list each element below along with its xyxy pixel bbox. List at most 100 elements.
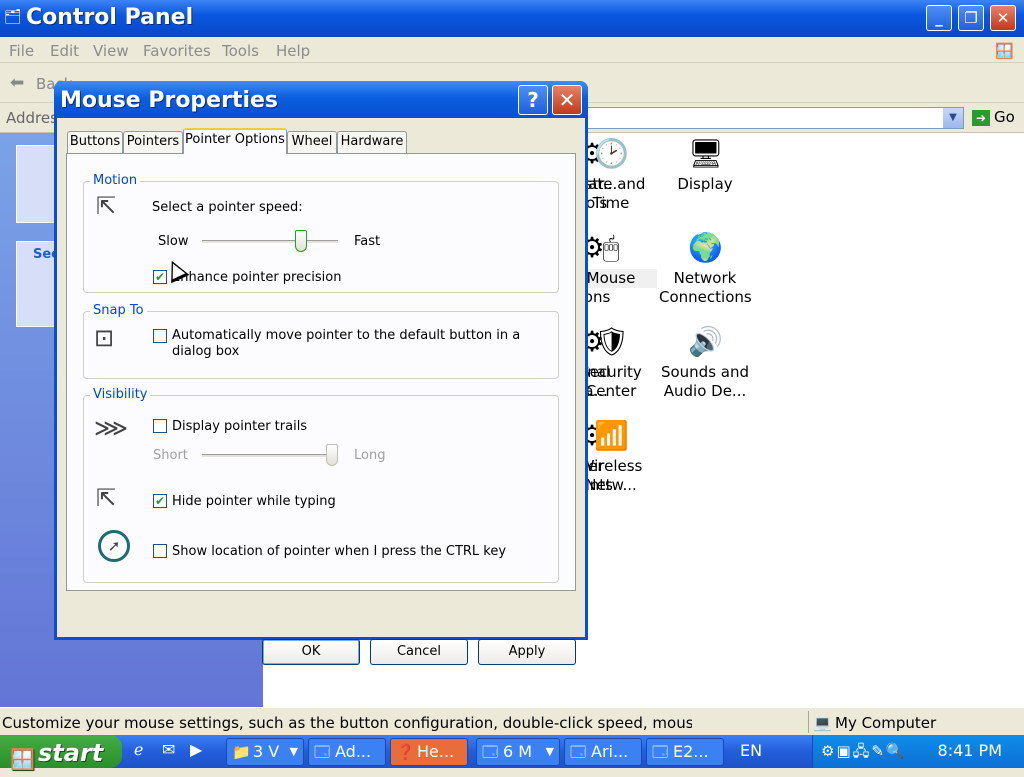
control-panel-item-network-connections[interactable]: 🌍 Network Connections xyxy=(659,231,752,307)
task-label: He... xyxy=(417,742,455,761)
fast-label: Fast xyxy=(354,234,381,249)
clock-icon: 🕑 xyxy=(594,137,629,170)
system-tray: ⚙▣🖧✎🔍 8:41 PM xyxy=(812,735,1024,768)
maximize-button[interactable]: ❐ xyxy=(958,5,984,31)
network-globe-icon: 🌍 xyxy=(688,231,723,264)
speed-slider-track[interactable] xyxy=(202,240,338,244)
speed-slider-thumb[interactable] xyxy=(295,230,307,252)
status-location-label: My Computer xyxy=(835,714,937,732)
ctrl-locate-label: Show location of pointer when I press th… xyxy=(172,544,507,559)
motion-group-label: Motion xyxy=(90,173,141,188)
taskbar-group-windows[interactable]: 🗔 6 M ▼ xyxy=(476,738,560,766)
tab-buttons[interactable]: Buttons xyxy=(67,131,123,153)
wireless-icon: 📶 xyxy=(594,419,629,452)
motion-group: Motion ⇱ Select a pointer speed: Slow Fa… xyxy=(83,173,559,293)
close-button[interactable]: ✕ xyxy=(990,5,1016,31)
visibility-group: Visibility ⋙ Display pointer trails Shor… xyxy=(83,387,559,583)
taskbar: 🪟 start ℯ ✉ ▶ 📁 3 V ▼ 🗔 Ad... ❓ He... 🗔 6 M ▼ … xyxy=(0,735,1024,771)
taskbar-task[interactable]: 🗔 E2... xyxy=(646,738,724,766)
status-location: 💻 My Computer xyxy=(808,711,1024,733)
speaker-icon: 🔊 xyxy=(688,325,723,358)
go-label: Go xyxy=(994,108,1015,126)
help-button[interactable]: ? xyxy=(518,85,548,115)
pointer-trails-checkbox[interactable] xyxy=(153,419,167,433)
minimize-button[interactable]: _ xyxy=(926,5,952,31)
dialog-title: Mouse Properties xyxy=(60,88,279,113)
snap-to-checkbox[interactable] xyxy=(153,329,167,343)
address-dropdown-button[interactable]: ▼ xyxy=(943,108,963,128)
menu-tools[interactable]: Tools xyxy=(222,42,259,60)
control-panel-item-sounds-and-audio[interactable]: 🔊 Sounds and Audio De... xyxy=(659,325,751,401)
mouse-icon: 🖱 xyxy=(602,231,620,264)
menu-edit[interactable]: Edit xyxy=(50,42,79,60)
group-dropdown-icon: ▼ xyxy=(289,745,298,758)
clock[interactable]: 8:41 PM xyxy=(938,741,1002,760)
menu-help[interactable]: Help xyxy=(276,42,310,60)
dialog-body: Buttons Pointers Pointer Options Wheel H… xyxy=(57,118,585,665)
taskbar-task-active[interactable]: ❓ He... xyxy=(390,738,468,766)
hide-pointer-icon: ⇱ xyxy=(96,484,117,512)
task-label: 6 M xyxy=(503,742,533,761)
dialog-titlebar[interactable]: Mouse Properties ? ✕ xyxy=(54,81,588,118)
ie-quicklaunch-icon[interactable]: ℯ xyxy=(134,740,143,759)
control-panel-titlebar[interactable]: 🗂 Control Panel _ ❐ ✕ xyxy=(0,0,1024,37)
visibility-group-label: Visibility xyxy=(90,387,151,402)
security-shield-icon: 🛡 xyxy=(594,325,630,358)
control-panel-item-display[interactable]: 🖥 Display xyxy=(659,137,751,194)
app-icon: 🗔 xyxy=(482,743,499,761)
app-icon: 🗔 xyxy=(314,743,331,761)
mouse-properties-dialog: Mouse Properties ? ✕ Buttons Pointers Po… xyxy=(54,81,588,665)
enhance-precision-checkbox[interactable]: ✔ xyxy=(153,270,167,284)
short-label: Short xyxy=(153,448,188,463)
media-player-quicklaunch-icon[interactable]: ▶ xyxy=(190,740,202,759)
language-indicator[interactable]: EN xyxy=(740,741,762,760)
outlook-quicklaunch-icon[interactable]: ✉ xyxy=(162,740,175,759)
tab-wheel[interactable]: Wheel xyxy=(287,131,337,153)
go-arrow-icon: ➜ xyxy=(972,110,990,126)
status-message: Customize your mouse settings, such as t… xyxy=(2,714,692,732)
tab-hardware[interactable]: Hardware xyxy=(337,131,407,153)
back-button[interactable]: ⬅ xyxy=(10,73,24,93)
go-button[interactable]: ➜ Go xyxy=(972,108,1015,126)
group-dropdown-icon: ▼ xyxy=(545,745,554,758)
snap-to-icon: ⊡ xyxy=(94,324,115,352)
long-label: Long xyxy=(354,448,386,463)
hide-pointer-label: Hide pointer while typing xyxy=(172,494,336,509)
taskbar-group-windows[interactable]: 📁 3 V ▼ xyxy=(226,738,304,766)
tab-pointers[interactable]: Pointers xyxy=(123,131,183,153)
app-icon: 🗔 xyxy=(570,743,587,761)
control-panel-item-label: Display xyxy=(677,175,733,193)
snap-to-group: Snap To ⊡ Automatically move pointer to … xyxy=(83,303,559,379)
apply-button[interactable]: Apply xyxy=(478,639,576,665)
menu-favorites[interactable]: Favorites xyxy=(143,42,211,60)
cancel-button[interactable]: Cancel xyxy=(370,639,468,665)
speed-label: Select a pointer speed: xyxy=(152,200,303,215)
menu-bar: File Edit View Favorites Tools Help 🪟 xyxy=(0,37,1024,63)
control-panel-icon: 🗂 xyxy=(4,9,22,25)
taskbar-task[interactable]: 🗔 Ari... xyxy=(564,738,642,766)
menu-view[interactable]: View xyxy=(93,42,129,60)
snap-to-group-label: Snap To xyxy=(90,303,147,318)
pointer-speed-icon: ⇱ xyxy=(96,192,117,220)
slow-label: Slow xyxy=(158,234,189,249)
tray-icons[interactable]: ⚙▣🖧✎🔍 xyxy=(821,741,907,766)
task-label: 3 V xyxy=(253,742,280,761)
trail-slider-track xyxy=(202,454,338,458)
trail-slider-thumb xyxy=(326,444,338,466)
ok-button[interactable]: OK xyxy=(262,639,360,665)
folder-icon: 📁 xyxy=(232,743,251,761)
hide-pointer-checkbox[interactable]: ✔ xyxy=(153,494,167,508)
start-button[interactable]: 🪟 start xyxy=(0,735,122,771)
windows-flag-icon: 🪟 xyxy=(995,42,1014,60)
dialog-close-button[interactable]: ✕ xyxy=(552,85,582,115)
window-title: Control Panel xyxy=(26,5,194,30)
ctrl-locate-icon: ➚ xyxy=(98,530,130,562)
app-icon: 🗔 xyxy=(652,743,669,761)
my-computer-icon: 💻 xyxy=(813,714,832,732)
taskbar-task[interactable]: 🗔 Ad... xyxy=(308,738,386,766)
help-icon: ❓ xyxy=(396,743,415,761)
menu-file[interactable]: File xyxy=(9,42,34,60)
tab-pointer-options[interactable]: Pointer Options xyxy=(183,128,287,154)
task-label: Ad... xyxy=(335,742,372,761)
ctrl-locate-checkbox[interactable] xyxy=(153,544,167,558)
